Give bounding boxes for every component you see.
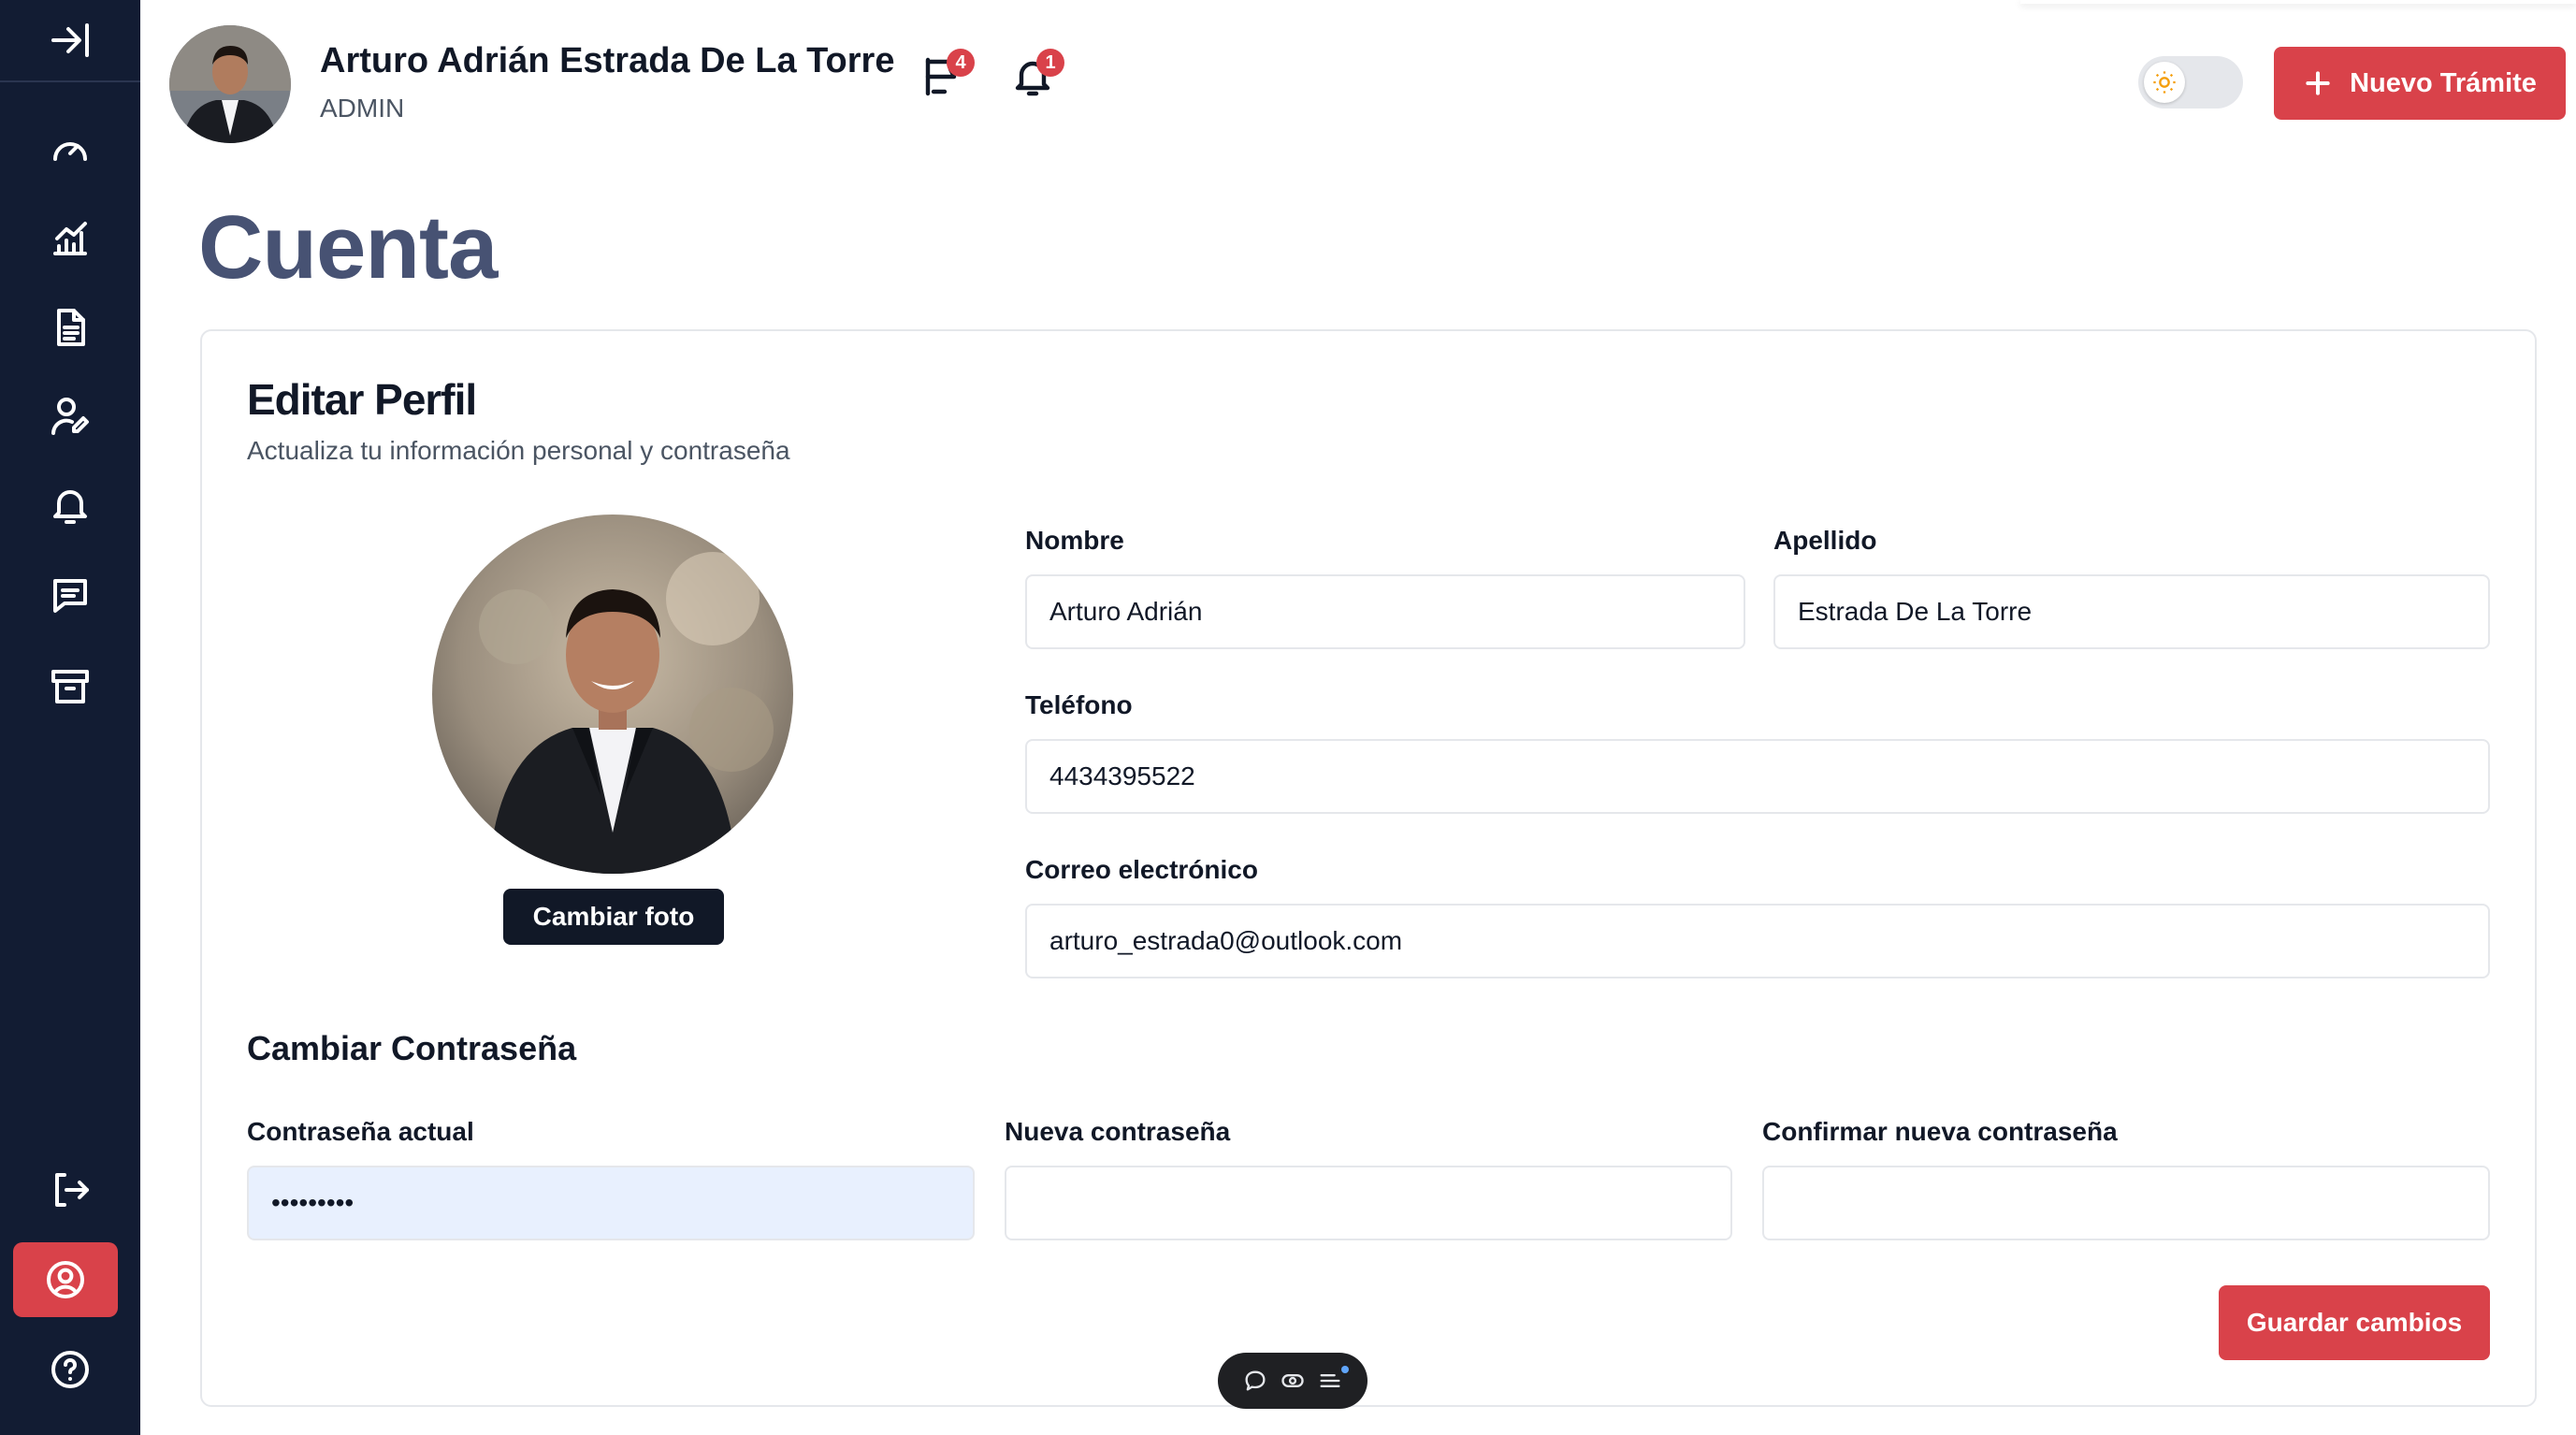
change-password-title: Cambiar Contraseña <box>247 1029 577 1067</box>
new-procedure-label: Nuevo Trámite <box>2350 67 2537 98</box>
current-password-label: Contraseña actual <box>247 1117 474 1146</box>
change-photo-button[interactable]: Cambiar foto <box>503 889 724 945</box>
floating-toolbar <box>1218 1353 1368 1409</box>
message-icon <box>53 579 87 613</box>
new-procedure-button[interactable]: Nuevo Trámite <box>2274 47 2566 120</box>
email-label: Correo electrónico <box>1025 855 1258 884</box>
user-edit-icon <box>51 398 89 435</box>
first-name-label: Nombre <box>1025 526 1124 555</box>
email-field[interactable] <box>1025 904 2490 978</box>
plus-icon <box>2306 71 2330 95</box>
page-title: Cuenta <box>198 197 498 297</box>
eye-icon[interactable] <box>1280 1368 1306 1394</box>
chart-icon <box>53 222 87 255</box>
sidebar-item-documents[interactable] <box>0 290 140 365</box>
logout-icon <box>55 1173 89 1207</box>
profile-card <box>200 329 2537 1407</box>
bell-icon <box>53 490 87 524</box>
card-subtitle: Actualiza tu información personal y cont… <box>247 436 790 465</box>
save-button[interactable]: Guardar cambios <box>2219 1285 2490 1360</box>
last-name-field[interactable] <box>1773 574 2490 649</box>
theme-toggle[interactable] <box>2138 56 2243 109</box>
user-name: Arturo Adrián Estrada De La Torre <box>320 41 895 80</box>
document-icon <box>57 309 85 346</box>
sidebar-item-users[interactable] <box>0 379 140 454</box>
sidebar-item-logout[interactable] <box>0 1152 140 1227</box>
user-role: ADMIN <box>320 94 405 123</box>
sidebar-item-account[interactable] <box>13 1242 118 1317</box>
notifications-badge: 1 <box>1036 49 1064 77</box>
sidebar-item-messages[interactable] <box>0 558 140 633</box>
profile-photo <box>432 515 793 874</box>
sidebar-item-archive[interactable] <box>0 649 140 724</box>
new-password-field[interactable] <box>1005 1166 1732 1240</box>
top-shadow <box>2020 0 2576 4</box>
new-password-label: Nueva contraseña <box>1005 1117 1231 1146</box>
sidebar <box>0 0 140 1435</box>
help-icon <box>51 1351 89 1388</box>
phone-label: Teléfono <box>1025 690 1133 719</box>
archive-icon <box>51 670 89 703</box>
messages-button[interactable]: 4 <box>920 49 975 107</box>
confirm-password-field[interactable] <box>1762 1166 2490 1240</box>
messages-badge: 4 <box>947 49 975 77</box>
list-icon[interactable] <box>1317 1368 1343 1394</box>
sidebar-item-analytics[interactable] <box>0 201 140 276</box>
phone-field[interactable] <box>1025 739 2490 814</box>
sidebar-item-help[interactable] <box>0 1332 140 1407</box>
status-dot <box>1341 1366 1349 1373</box>
collapse-icon <box>51 23 89 57</box>
sidebar-item-notifications[interactable] <box>0 468 140 543</box>
sidebar-item-dashboard[interactable] <box>0 112 140 187</box>
first-name-field[interactable] <box>1025 574 1745 649</box>
sidebar-collapse-button[interactable] <box>0 0 140 82</box>
current-password-field[interactable] <box>247 1166 975 1240</box>
sun-icon <box>2153 71 2176 94</box>
gauge-icon <box>53 142 87 161</box>
last-name-label: Apellido <box>1773 526 1877 555</box>
confirm-password-label: Confirmar nueva contraseña <box>1762 1117 2118 1146</box>
comment-icon[interactable] <box>1242 1368 1268 1394</box>
user-circle-icon <box>47 1261 84 1298</box>
notifications-button[interactable]: 1 <box>1010 49 1064 107</box>
avatar[interactable] <box>169 25 291 143</box>
card-title: Editar Perfil <box>247 375 477 424</box>
theme-toggle-knob <box>2144 62 2185 103</box>
